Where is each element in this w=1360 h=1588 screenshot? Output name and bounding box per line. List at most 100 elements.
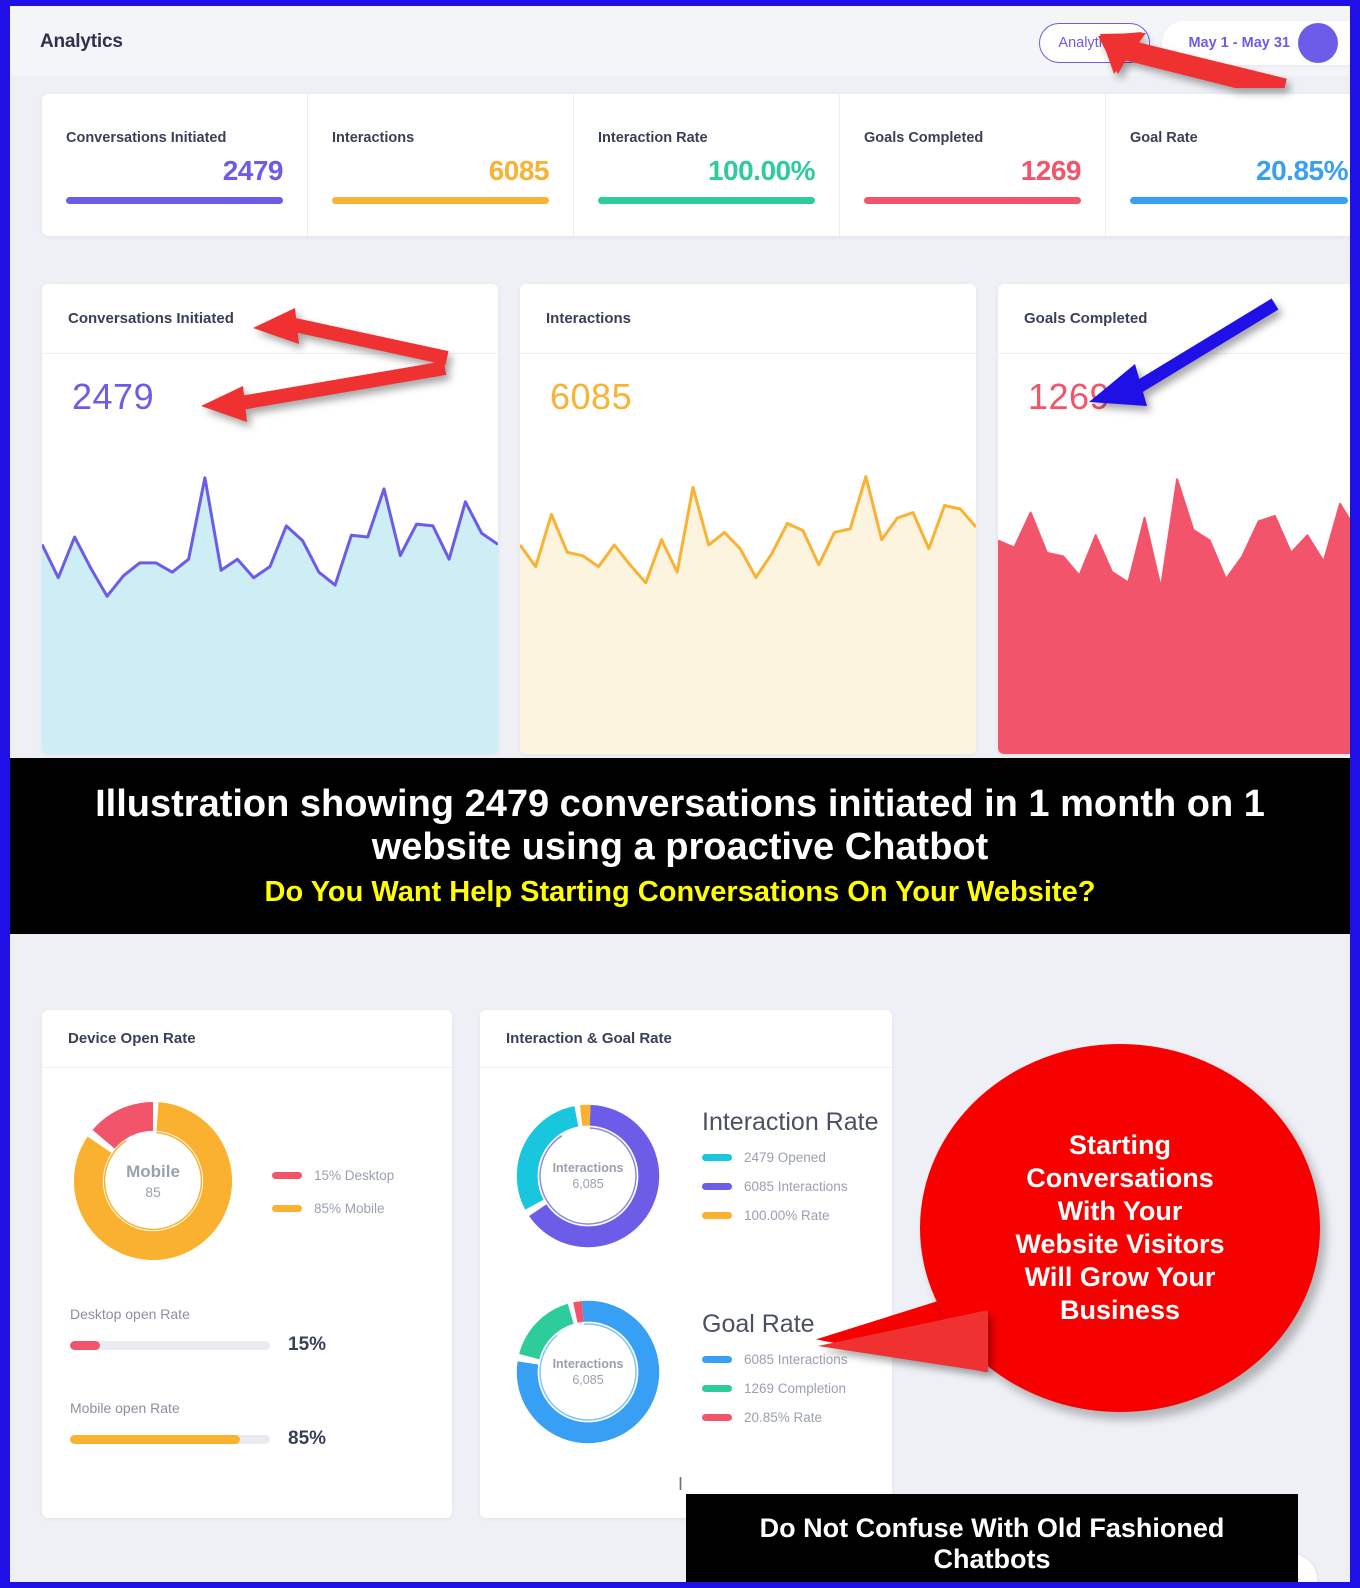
bubble-line: With Your xyxy=(1057,1196,1183,1227)
legend-item: 100.00% Rate xyxy=(702,1208,879,1223)
legend-label: 15% Desktop xyxy=(314,1168,395,1183)
donut-center-text: Interactions 6,085 xyxy=(508,1292,668,1452)
bubble-line: Starting xyxy=(1068,1130,1171,1161)
date-range-action-button[interactable] xyxy=(1298,23,1338,63)
annotation-arrow-red-double xyxy=(201,308,449,422)
kpi-card: Conversations Initiated 2479 xyxy=(42,94,308,236)
callout-bubble-text: Starting Conversations With Your Website… xyxy=(989,1129,1250,1327)
card-title: Interactions xyxy=(546,310,632,327)
legend-swatch-rate xyxy=(702,1414,732,1421)
goal-rate-donut: Interactions 6,085 xyxy=(508,1292,668,1457)
sparkline-chart-interactions xyxy=(520,372,976,754)
interaction-rate-donut: Interactions 6,085 xyxy=(508,1096,668,1261)
sparkline-svg xyxy=(520,475,976,754)
sparkline-svg xyxy=(998,478,1350,754)
legend-label: 2479 Opened xyxy=(744,1150,826,1165)
kpi-label: Conversations Initiated xyxy=(66,130,227,146)
annotation-arrow-blue-goals xyxy=(1089,298,1279,406)
bottom-banner-line2: Chatbots xyxy=(933,1544,1051,1574)
kpi-label: Interactions xyxy=(332,130,415,146)
kpi-value: 1269 xyxy=(1020,155,1082,186)
legend-list: 2479 Opened 6085 Interactions 100.00% Ra… xyxy=(702,1150,879,1223)
card-interaction-goal-rate: Interaction & Goal Rate Interactions 6,0… xyxy=(480,1010,892,1518)
kpi-label: Goals Completed xyxy=(864,130,984,146)
donut-center-value: 85 xyxy=(145,1184,161,1200)
legend-item: 20.85% Rate xyxy=(702,1410,848,1425)
rate-percent: 85% xyxy=(288,1428,327,1449)
banner-headline: Illustration showing 2479 conversations … xyxy=(95,782,1265,868)
kpi-accent-bar xyxy=(864,197,1081,204)
card-title: Device Open Rate xyxy=(68,1030,196,1047)
bubble-line: Website Visitors xyxy=(1015,1229,1225,1259)
card-header: Device Open Rate xyxy=(42,1010,452,1068)
annotation-arrow-red-goalrate xyxy=(818,1310,988,1372)
kpi-label: Interaction Rate xyxy=(598,130,708,146)
legend-swatch-completion xyxy=(702,1385,732,1392)
annotation-banner-main: Illustration showing 2479 conversations … xyxy=(10,758,1350,934)
donut-center-value: 6,085 xyxy=(572,1373,604,1387)
card-header: Interaction & Goal Rate xyxy=(480,1010,892,1068)
legend-swatch-rate xyxy=(702,1212,732,1219)
group-title: Interaction Rate xyxy=(702,1108,879,1136)
sparkline-svg xyxy=(42,476,498,754)
card-device-open-rate: Device Open Rate Mobile 85 15% Desktop 8… xyxy=(42,1010,452,1518)
donut-center-label: Interactions xyxy=(552,1161,624,1175)
kpi-value: 6085 xyxy=(488,155,550,186)
donut-center-text: Mobile 85 xyxy=(68,1096,238,1266)
progress-fill-desktop xyxy=(70,1340,100,1350)
progress-fill-mobile xyxy=(70,1434,240,1444)
legend-label: 100.00% Rate xyxy=(744,1208,830,1223)
device-legend: 15% Desktop 85% Mobile xyxy=(272,1168,394,1216)
rate-progress-row: 15% xyxy=(70,1334,326,1356)
legend-label: 6085 Interactions xyxy=(744,1179,848,1194)
analytics-dashboard: Analytics Analytics May 1 - May 31 Conve… xyxy=(10,6,1350,1582)
occluded-text: I xyxy=(678,1474,684,1494)
legend-swatch-mobile xyxy=(272,1205,302,1212)
kpi-accent-bar xyxy=(1130,197,1348,204)
bubble-line: Conversations xyxy=(1026,1163,1214,1194)
kpi-card: Goals Completed 1269 xyxy=(840,94,1106,236)
bubble-line: Will Grow Your xyxy=(1024,1261,1216,1292)
sparkline-chart-goals xyxy=(998,372,1350,754)
banner-subheadline: Do You Want Help Starting Conversations … xyxy=(264,876,1096,909)
donut-center-text: Interactions 6,085 xyxy=(508,1096,668,1256)
card-interactions: Interactions 6085 xyxy=(520,284,976,754)
donut-center-label: Interactions xyxy=(552,1357,624,1371)
annotation-banner-bottom: Do Not Confuse With Old Fashioned Chatbo… xyxy=(686,1494,1298,1582)
page-title: Analytics xyxy=(40,31,123,52)
legend-label: 20.85% Rate xyxy=(744,1410,823,1425)
kpi-label: Goal Rate xyxy=(1130,130,1198,146)
legend-item: 85% Mobile xyxy=(272,1201,394,1216)
kpi-value: 2479 xyxy=(222,155,284,186)
card-header: Interactions xyxy=(520,284,976,354)
kpi-card: Goal Rate 20.85% xyxy=(1106,94,1350,236)
kpi-value: 20.85% xyxy=(1256,155,1348,186)
legend-item: 2479 Opened xyxy=(702,1150,879,1165)
kpi-accent-bar xyxy=(66,197,283,204)
donut-center-value: 6,085 xyxy=(572,1177,604,1191)
rate-progress-row: 85% xyxy=(70,1428,326,1450)
screenshot-frame: Analytics Analytics May 1 - May 31 Conve… xyxy=(0,0,1360,1588)
donut-center-label: Mobile xyxy=(126,1162,180,1181)
annotation-arrow-red-daterange xyxy=(1098,32,1287,88)
kpi-value: 100.00% xyxy=(707,155,816,186)
rate-label: Mobile open Rate xyxy=(70,1400,180,1416)
legend-swatch-interactions xyxy=(702,1183,732,1190)
legend-swatch-interactions xyxy=(702,1356,732,1363)
progress-track-desktop xyxy=(70,1340,270,1350)
kpi-accent-bar xyxy=(598,197,815,204)
rate-percent: 15% xyxy=(288,1334,327,1355)
mobile-open-rate-block: Mobile open Rate 85% xyxy=(70,1400,326,1450)
rate-label: Desktop open Rate xyxy=(70,1306,190,1322)
legend-swatch-opened xyxy=(702,1154,732,1161)
sparkline-chart-conversations xyxy=(42,372,498,754)
legend-item: 6085 Interactions xyxy=(702,1179,879,1194)
interaction-rate-legend-block: Interaction Rate 2479 Opened 6085 Intera… xyxy=(702,1108,879,1223)
device-donut-chart: Mobile 85 xyxy=(68,1096,238,1271)
legend-item: 15% Desktop xyxy=(272,1168,394,1183)
desktop-open-rate-block: Desktop open Rate 15% xyxy=(70,1306,326,1356)
card-title: Interaction & Goal Rate xyxy=(506,1030,672,1047)
legend-label: 85% Mobile xyxy=(314,1201,385,1216)
bubble-line: Business xyxy=(1059,1294,1181,1325)
kpi-card: Interaction Rate 100.00% xyxy=(574,94,840,236)
